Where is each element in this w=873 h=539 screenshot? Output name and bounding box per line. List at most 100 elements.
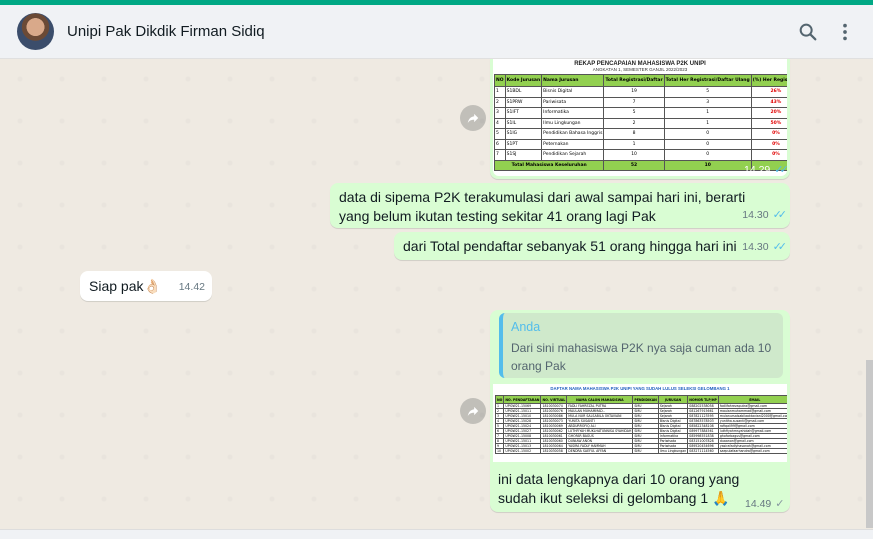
table-row: 4 S1IL Ilmu Lingkungan 2 1 50%	[494, 117, 787, 129]
table-cell: S1SJ	[504, 149, 543, 161]
table-row: 1 S1BDL Bisnis Digital 19 5 26%	[494, 86, 787, 98]
table-cell: Informatika	[541, 107, 605, 119]
table-cell: 50%	[750, 117, 787, 129]
search-icon[interactable]	[797, 21, 819, 43]
table-header: NOMOR TLP/HP	[687, 395, 719, 404]
table-cell: 10	[603, 149, 665, 161]
time-text: 14.30	[742, 241, 769, 253]
student-list-image[interactable]: DAFTAR NAMA MAHASISWA P2K UNIPI YANG SUD…	[493, 384, 787, 462]
table-cell: Pariwisata	[541, 96, 605, 108]
table-cell: 3	[494, 107, 506, 119]
table-cell: 19	[603, 86, 665, 98]
table-cell: 1	[663, 107, 752, 119]
quote-text: Dari sini mahasiswa P2K nya saja cuman a…	[511, 341, 772, 373]
scrollbar[interactable]	[866, 360, 873, 528]
table-cell: S1IL	[504, 117, 543, 129]
table-header: PENDIDIKAN	[632, 395, 659, 404]
table-row: 2 S1PRW Pariwisata 7 3 43%	[494, 96, 787, 108]
table-cell: S1PT	[504, 138, 543, 150]
table-header: EMAIL	[717, 395, 787, 404]
student-list-table: NO NO. PENDAFTARAN NO. VIRTUAL NAMA CALON M…	[494, 395, 787, 454]
total-label: Total Mahasiswa Keseluruhan	[493, 159, 605, 171]
table-cell: mulanursalsabilaoktaviani2000@gmail.com	[717, 413, 787, 419]
table-header: NO	[494, 74, 506, 87]
table-cell: Pendidikan Bahasa Inggris	[541, 128, 605, 140]
compose-bar[interactable]	[0, 529, 873, 539]
table-cell: 1	[663, 117, 752, 129]
table-cell: Ilmu Lingkungan	[657, 448, 689, 454]
contact-name[interactable]: Unipi Pak Dikdik Firman Sidiq	[67, 23, 265, 40]
table-cell: 20%	[750, 107, 787, 119]
time-text: 14.49	[745, 498, 772, 510]
table-cell: 1	[494, 86, 506, 98]
message-time: 14.30 ✓✓	[742, 238, 788, 257]
table-cell: saepulafaarhandra@gmail.com	[717, 448, 787, 454]
table-cell: 5	[494, 128, 506, 140]
time-text: 14.30	[742, 209, 769, 221]
table-header: NO	[494, 395, 505, 404]
incoming-message[interactable]: Siap pak👌🏻 14.42	[80, 271, 212, 301]
table-cell: Bisnis Digital	[541, 86, 605, 98]
table-cell: 4	[494, 117, 506, 129]
table-cell: 5	[603, 107, 665, 119]
table-cell: 1810030058	[540, 448, 568, 454]
forward-icon[interactable]	[460, 105, 486, 131]
table-header: NAMA CALON MAHASISWA	[566, 395, 634, 404]
table-cell: 6	[494, 138, 506, 150]
table-header: Total Her Registrasi/Daftar Ulang	[663, 74, 752, 87]
message-text: dari Total pendaftar sebanyak 51 orang h…	[403, 238, 737, 254]
table-cell: S1PRW	[504, 96, 543, 108]
table-cell: UPI0W21-15002	[503, 448, 542, 454]
table-row: 3 S1IFT Informatika 5 1 20%	[494, 107, 787, 119]
table-cell: 8	[603, 128, 665, 140]
table-cell: 43%	[750, 96, 787, 108]
chat-header[interactable]: Unipi Pak Dikdik Firman Sidiq	[0, 5, 873, 59]
table-cell: 2	[603, 117, 665, 129]
table-cell: SMU	[632, 448, 659, 454]
read-ticks-icon: ✓✓	[772, 241, 788, 253]
message-time: 14.29 ✓✓	[744, 163, 789, 176]
quote-author: Anda	[511, 320, 541, 334]
outgoing-message[interactable]: data di sipema P2K terakumulasi dari awa…	[330, 183, 790, 228]
quoted-message[interactable]: Anda Dari sini mahasiswa P2K nya saja cu…	[499, 313, 783, 378]
table-header: Total Registrasi/Daftar	[603, 74, 665, 87]
table-cell: 7	[494, 149, 506, 161]
table-cell: 0%	[750, 128, 787, 140]
table-cell: 0	[663, 128, 752, 140]
table-header: Kode Jurusan	[504, 74, 543, 87]
table-cell: S1IG	[504, 128, 543, 140]
recap-table-image[interactable]: REKAP PENCAPAIAN MAHASISWA P2K UNIPI ANG…	[493, 59, 787, 176]
total-her: 10	[663, 159, 752, 171]
table-row: 6 S1PT Peternakan 1 0 0%	[494, 138, 787, 150]
recap-table: NO Kode Jurusan Nama Jurusan Total Regis…	[493, 74, 787, 171]
table-cell: 26%	[750, 86, 787, 98]
outgoing-message[interactable]: dari Total pendaftar sebanyak 51 orang h…	[394, 232, 790, 260]
read-ticks-icon: ✓✓	[774, 164, 789, 176]
sent-ticks-icon: ✓	[775, 498, 784, 510]
table-cell: 3	[663, 96, 752, 108]
recap-subtitle: ANGKATAN 1, SEMESTER GANJIL 2022/2023	[592, 67, 688, 72]
student-list-title: DAFTAR NAMA MAHASISWA P2K UNIPI YANG SUD…	[550, 386, 730, 391]
table-cell: 0	[663, 138, 752, 150]
table-header: JURUSAN	[657, 395, 689, 404]
table-cell: LUTHFIYAH MUKLHATUNNISA SYAHIDAH	[566, 428, 634, 434]
table-row: 5 S1IG Pendidikan Bahasa Inggris 8 0 0%	[494, 128, 787, 140]
table-header: NO. VIRTUAL	[540, 395, 568, 404]
table-header: NO. PENDAFTARAN	[503, 395, 542, 404]
table-cell: Peternakan	[541, 138, 605, 150]
table-cell: Pendidikan Sejarah	[541, 149, 605, 161]
avatar[interactable]	[17, 13, 54, 50]
more-vertical-icon[interactable]	[834, 21, 856, 43]
table-row: 7 S1SJ Pendidikan Sejarah 10 0 0%	[494, 149, 787, 161]
table-cell: 083271114560	[687, 448, 719, 454]
table-cell: S1IFT	[504, 107, 543, 119]
table-cell: 0%	[750, 138, 787, 150]
table-row: 10 UPI0W21-15002 1810030058 DENDRA SAEFUL A…	[494, 448, 787, 454]
table-cell: 5	[663, 86, 752, 98]
forward-icon[interactable]	[460, 398, 486, 424]
time-text: 14.29	[744, 164, 771, 176]
table-cell: 1	[603, 138, 665, 150]
message-text: Siap pak👌🏻	[89, 278, 161, 294]
table-cell: DENDRA SAEFUL AFFAN	[566, 448, 634, 454]
message-text: ini data lengkapnya dari 10 orang yang s…	[498, 471, 740, 506]
